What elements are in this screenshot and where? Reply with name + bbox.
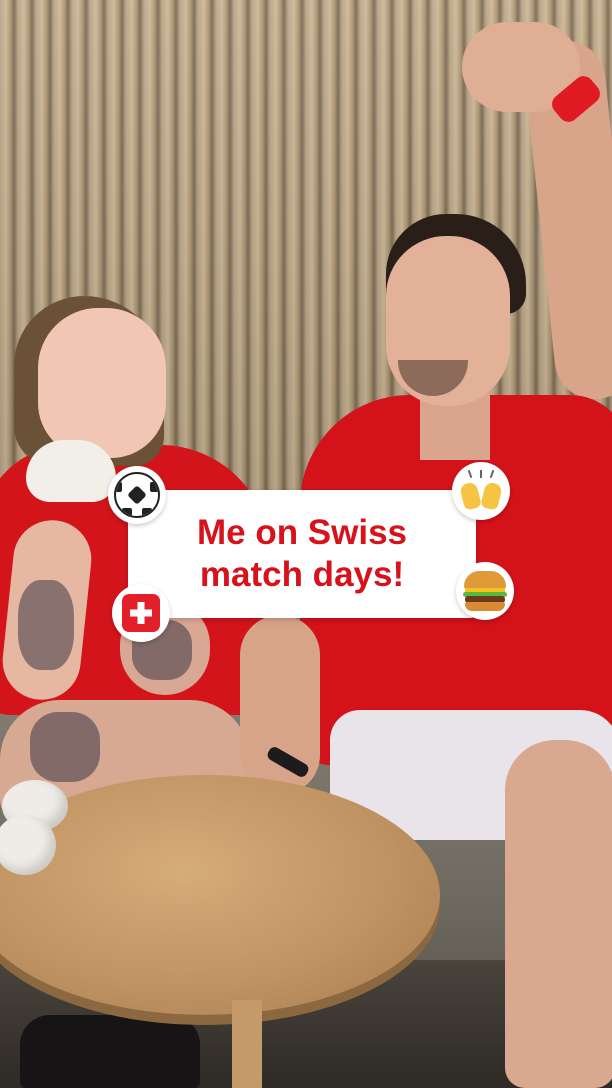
table-leg — [232, 1000, 262, 1088]
arm-tattoo — [18, 580, 74, 670]
leg-tattoo — [30, 712, 100, 782]
burger-icon — [456, 562, 514, 620]
caption-line-2: match days! — [199, 555, 405, 594]
sandwich — [26, 440, 116, 502]
soccer-ball-icon — [108, 466, 166, 524]
swiss-flag-icon — [112, 584, 170, 642]
woman-face — [38, 308, 166, 458]
woman-shoes — [20, 1015, 200, 1088]
caption-line-1: Me on Swiss — [196, 513, 408, 552]
caption-text: Me on Swiss match days! — [197, 512, 407, 596]
man-leg — [505, 740, 612, 1088]
caption-card: Me on Swiss match days! — [128, 490, 476, 618]
raising-hands-icon — [452, 462, 510, 520]
